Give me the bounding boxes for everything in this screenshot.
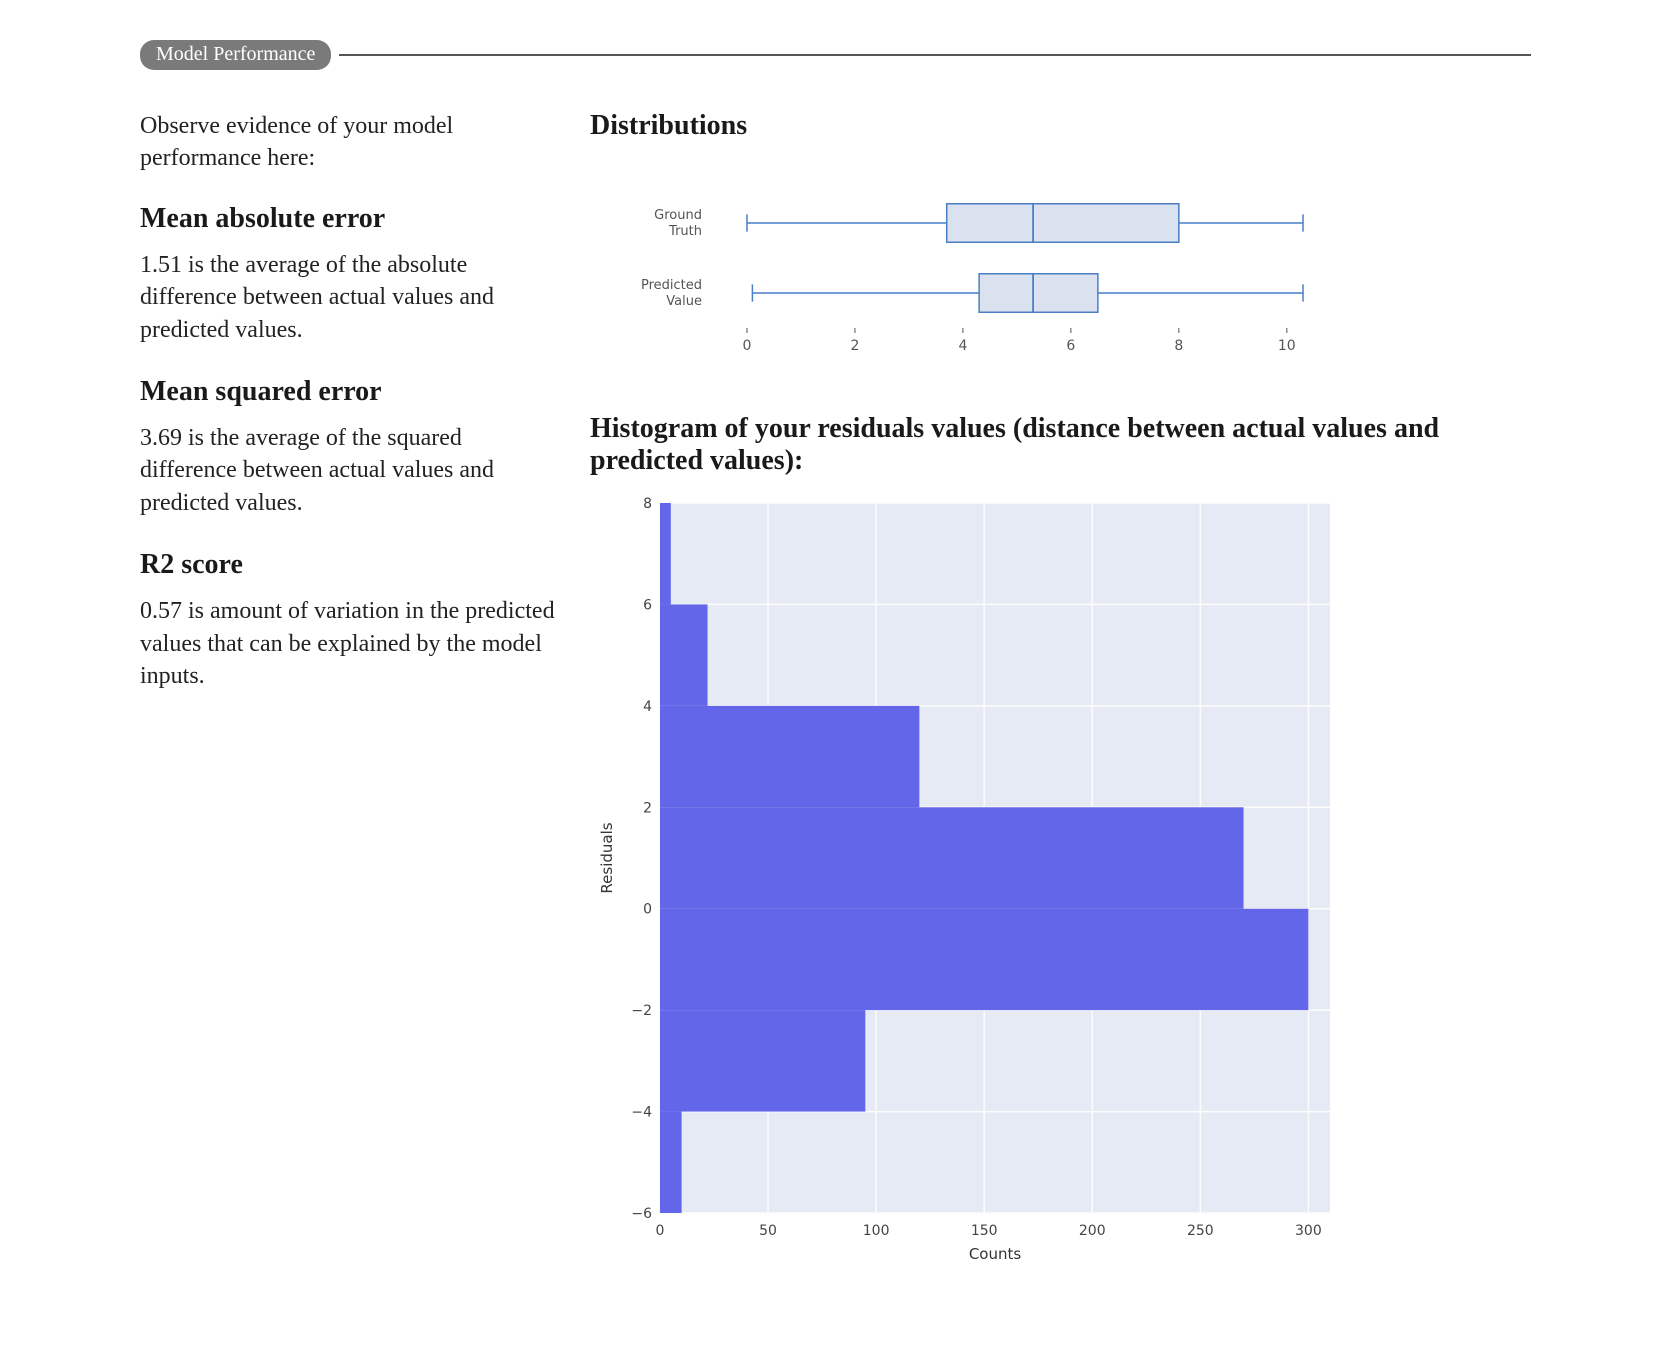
svg-text:−2: −2 bbox=[631, 1003, 652, 1019]
r2-desc: 0.57 is amount of variation in the predi… bbox=[140, 595, 560, 692]
section-pill: Model Performance bbox=[140, 40, 331, 70]
mae-desc: 1.51 is the average of the absolute diff… bbox=[140, 249, 560, 346]
svg-text:300: 300 bbox=[1295, 1223, 1322, 1239]
distributions-title: Distributions bbox=[590, 110, 1531, 142]
svg-text:Truth: Truth bbox=[668, 224, 702, 239]
svg-text:2: 2 bbox=[850, 338, 859, 354]
mse-title: Mean squared error bbox=[140, 376, 560, 408]
svg-text:8: 8 bbox=[643, 496, 652, 512]
svg-text:Counts: Counts bbox=[969, 1245, 1022, 1263]
svg-text:250: 250 bbox=[1187, 1223, 1214, 1239]
svg-text:6: 6 bbox=[1066, 338, 1075, 354]
svg-text:50: 50 bbox=[759, 1223, 777, 1239]
svg-text:100: 100 bbox=[863, 1223, 890, 1239]
svg-text:0: 0 bbox=[643, 902, 652, 918]
svg-text:6: 6 bbox=[643, 597, 652, 613]
svg-text:Predicted: Predicted bbox=[641, 278, 702, 293]
svg-text:Residuals: Residuals bbox=[598, 822, 616, 893]
mse-desc: 3.69 is the average of the squared diffe… bbox=[140, 422, 560, 519]
boxplot-chart: 0 2 4 6 8 10 GroundTruth PredictedValue bbox=[590, 158, 1531, 383]
svg-text:2: 2 bbox=[643, 800, 652, 816]
svg-text:0: 0 bbox=[743, 338, 752, 354]
left-column: Observe evidence of your model performan… bbox=[140, 110, 560, 1278]
mae-title: Mean absolute error bbox=[140, 203, 560, 235]
svg-text:4: 4 bbox=[958, 338, 967, 354]
svg-text:0: 0 bbox=[656, 1223, 665, 1239]
right-column: Distributions 0 2 4 6 8 10 GroundTruth Predicte… bbox=[590, 110, 1531, 1278]
svg-text:Value: Value bbox=[666, 294, 702, 309]
intro-text: Observe evidence of your model performan… bbox=[140, 110, 560, 175]
svg-text:4: 4 bbox=[643, 699, 652, 715]
section-header: Model Performance bbox=[140, 40, 1531, 70]
svg-text:Ground: Ground bbox=[654, 208, 702, 223]
svg-text:10: 10 bbox=[1278, 338, 1296, 354]
section-divider bbox=[339, 54, 1531, 56]
svg-text:−6: −6 bbox=[631, 1206, 652, 1222]
histogram-title: Histogram of your residuals values (dist… bbox=[590, 413, 1531, 477]
svg-text:150: 150 bbox=[971, 1223, 998, 1239]
svg-text:−4: −4 bbox=[631, 1105, 652, 1121]
r2-title: R2 score bbox=[140, 549, 560, 581]
svg-text:200: 200 bbox=[1079, 1223, 1106, 1239]
svg-text:8: 8 bbox=[1174, 338, 1183, 354]
histogram-chart: 0 50 100 150 200 250 300 −6 −4 −2 0 2 4 6 8 Counts Resid… bbox=[590, 493, 1531, 1278]
